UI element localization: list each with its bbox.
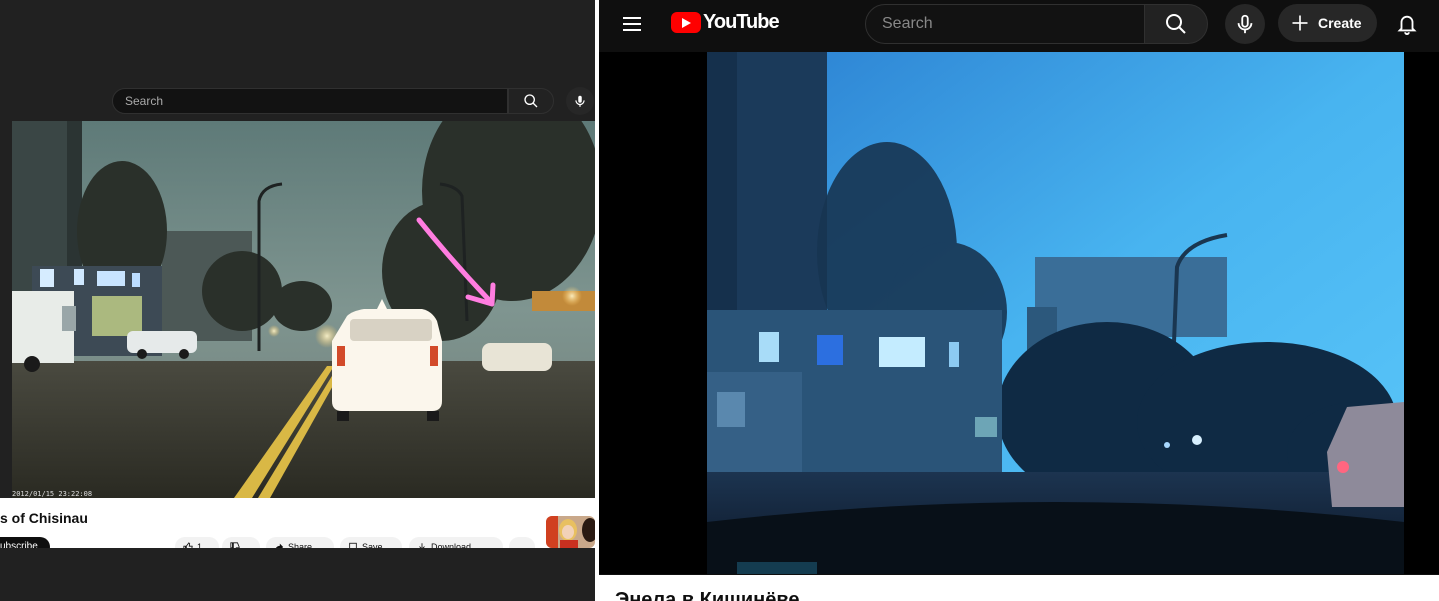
left-video-player[interactable]	[12, 121, 595, 498]
video-timestamp-overlay: 2012/01/15 23:22:08	[12, 490, 93, 498]
left-bottom-area	[0, 548, 595, 601]
video-frame[interactable]	[707, 52, 1404, 574]
microphone-icon	[1237, 14, 1253, 34]
left-video-title: s of Chisinau	[0, 510, 88, 526]
hamburger-icon-bar	[623, 29, 641, 31]
youtube-logo-text: YouTube	[703, 11, 780, 33]
screenshot-composite: Search 2012/01/15 23:22:08 s of Chisinau…	[0, 0, 1439, 601]
guide-menu-button[interactable]	[623, 12, 647, 36]
bell-icon	[1397, 15, 1417, 35]
left-search-input[interactable]: Search	[112, 88, 508, 114]
voice-search-button[interactable]	[1225, 4, 1265, 44]
left-video-frame	[12, 121, 595, 498]
hamburger-icon-bar	[623, 17, 641, 19]
youtube-logo[interactable]: YouTube	[671, 11, 780, 34]
right-youtube-window: YouTube Create	[599, 0, 1439, 601]
left-voice-search-button[interactable]	[566, 87, 594, 115]
youtube-play-icon	[671, 12, 701, 33]
left-topbar	[0, 0, 595, 90]
create-button[interactable]: Create	[1278, 4, 1377, 42]
related-thumbnail-image	[546, 516, 595, 548]
microphone-icon	[575, 95, 585, 107]
video-frame-image	[707, 52, 1404, 574]
plus-icon	[1292, 15, 1308, 31]
search-button[interactable]	[1144, 4, 1208, 44]
video-title: Энела в Кишинёве	[615, 589, 800, 601]
video-player[interactable]	[599, 52, 1439, 574]
notifications-button[interactable]	[1394, 10, 1420, 38]
search-icon	[524, 94, 538, 108]
left-related-video-thumbnail[interactable]	[546, 516, 595, 548]
hamburger-icon-bar	[623, 23, 641, 25]
search-input[interactable]	[865, 4, 1145, 44]
search-icon	[1166, 14, 1186, 34]
left-search-button[interactable]	[508, 88, 554, 114]
create-label: Create	[1318, 15, 1362, 31]
left-youtube-window: Search 2012/01/15 23:22:08 s of Chisinau…	[0, 0, 595, 601]
